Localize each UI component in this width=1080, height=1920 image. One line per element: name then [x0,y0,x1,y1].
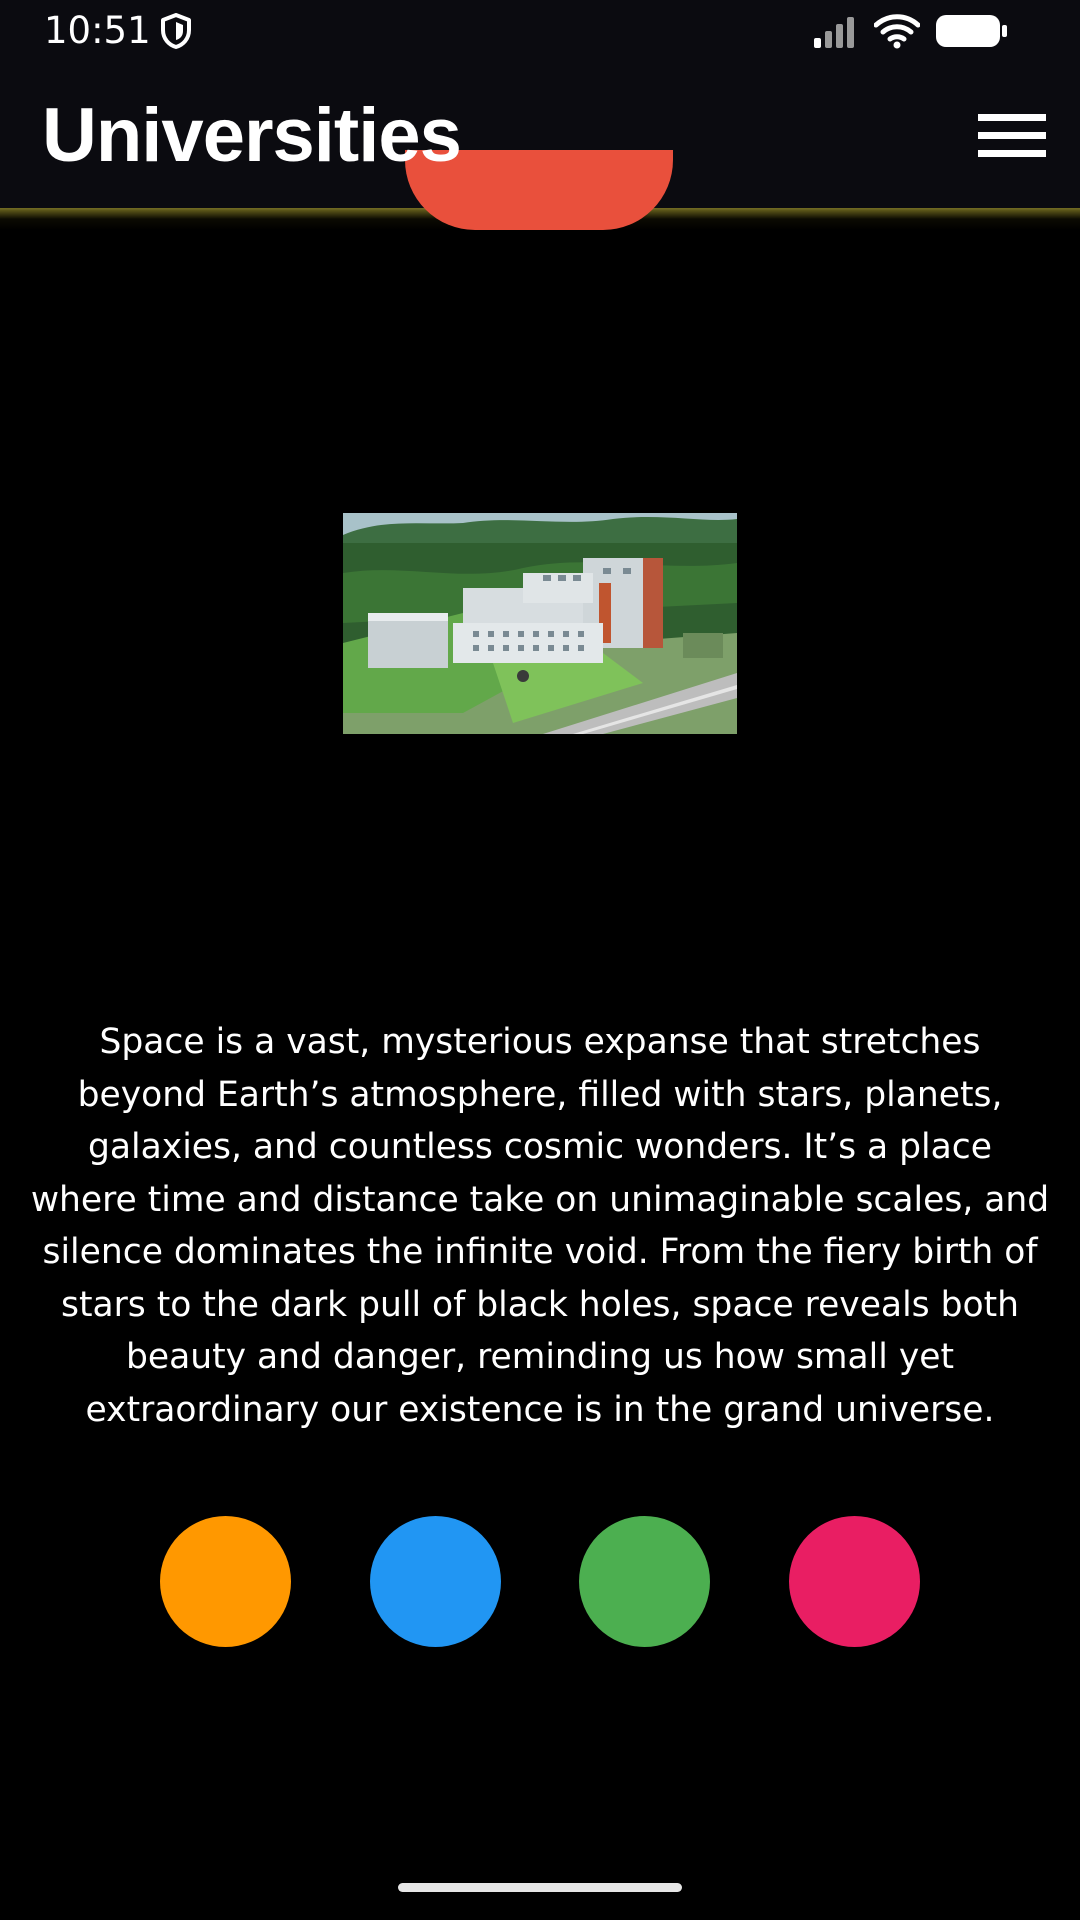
status-bar: 10:51 [0,0,1080,62]
wifi-icon [874,14,920,49]
description-text: Space is a vast, mysterious expanse that… [30,1022,1050,1430]
hamburger-menu-icon[interactable] [970,104,1050,168]
page-title: Universities [42,93,462,178]
battery-icon [936,15,1007,47]
home-indicator[interactable] [398,1883,682,1892]
campus-image [343,513,737,734]
green-circle-button[interactable] [579,1516,710,1647]
orange-circle-button[interactable] [160,1516,291,1647]
status-time: 10:51 [44,9,151,52]
shield-icon [161,13,191,49]
blue-circle-button[interactable] [370,1516,501,1647]
signal-icon [814,17,854,48]
pink-circle-button[interactable] [789,1516,920,1647]
